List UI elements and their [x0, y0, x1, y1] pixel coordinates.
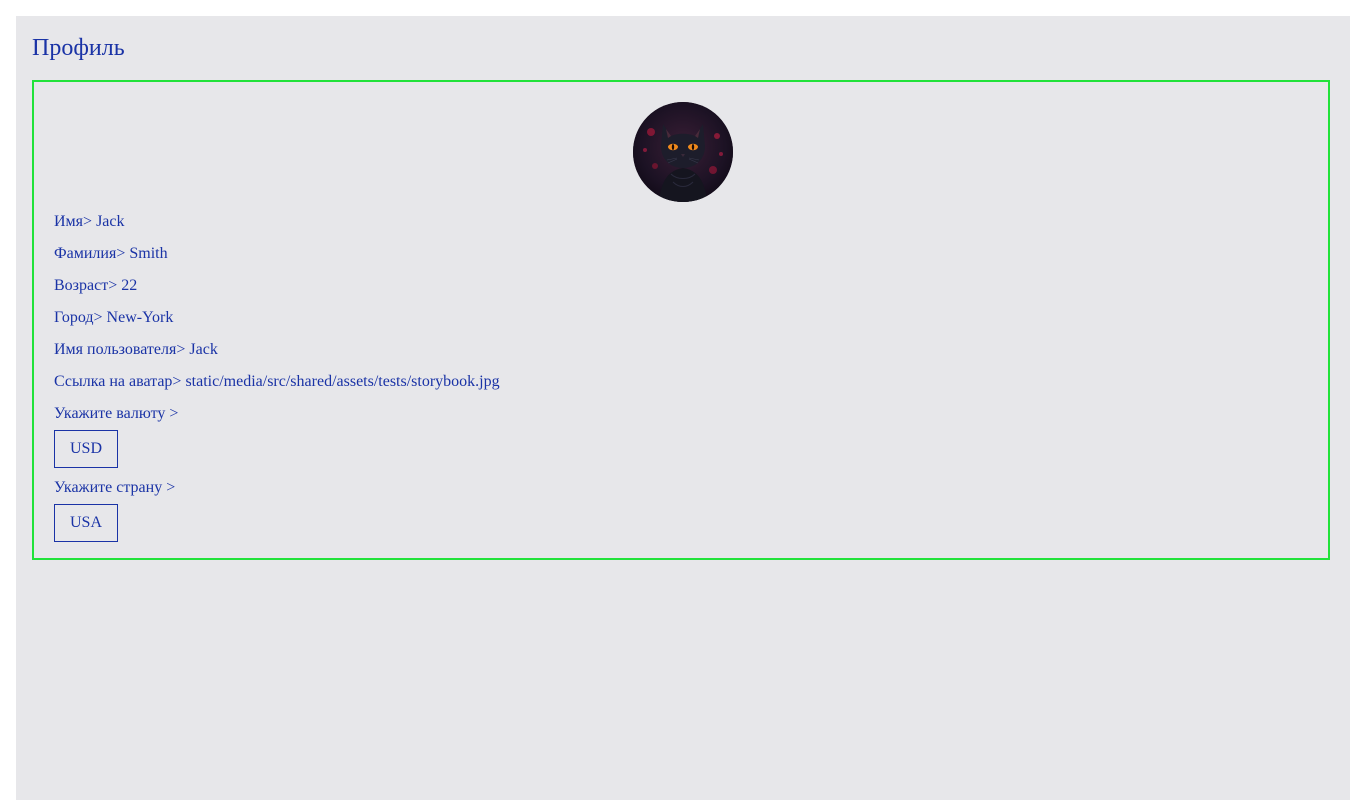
- page-title: Профиль: [32, 35, 125, 61]
- country-select[interactable]: USA: [54, 504, 118, 542]
- field-label: Ссылка на аватар>: [54, 373, 182, 390]
- field-value: New-York: [106, 309, 174, 326]
- profile-page: Профиль Имя> Jack Фамилия> Smith Возраст…: [16, 16, 1350, 800]
- black-cat-avatar-icon: [633, 102, 733, 202]
- currency-select[interactable]: USD: [54, 430, 118, 468]
- field-label: Фамилия>: [54, 245, 126, 262]
- field-label: Имя>: [54, 213, 93, 230]
- field-label: Имя пользователя>: [54, 341, 186, 358]
- avatar: [633, 102, 733, 202]
- field-city: Город> New-York: [54, 308, 173, 328]
- profile-card: Имя> Jack Фамилия> Smith Возраст> 22 Гор…: [32, 80, 1330, 560]
- field-value: 22: [121, 277, 138, 294]
- field-value: static/media/src/shared/assets/tests/sto…: [185, 373, 500, 390]
- currency-label: Укажите валюту >: [54, 405, 179, 422]
- field-label: Возраст>: [54, 277, 118, 294]
- avatar-path-value: static/media/src/shared/assets/tests/sto…: [185, 372, 499, 392]
- field-avatar-link: Ссылка на аватар> static/media/src/share…: [54, 372, 500, 392]
- field-value: Smith: [129, 245, 168, 262]
- field-age: Возраст> 22: [54, 276, 137, 296]
- field-last-name: Фамилия> Smith: [54, 244, 168, 264]
- field-value: Jack: [189, 341, 218, 358]
- field-label: Город>: [54, 309, 103, 326]
- field-first-name: Имя> Jack: [54, 212, 125, 232]
- country-label: Укажите страну >: [54, 479, 176, 496]
- field-value: Jack: [96, 213, 125, 230]
- field-username: Имя пользователя> Jack: [54, 340, 218, 360]
